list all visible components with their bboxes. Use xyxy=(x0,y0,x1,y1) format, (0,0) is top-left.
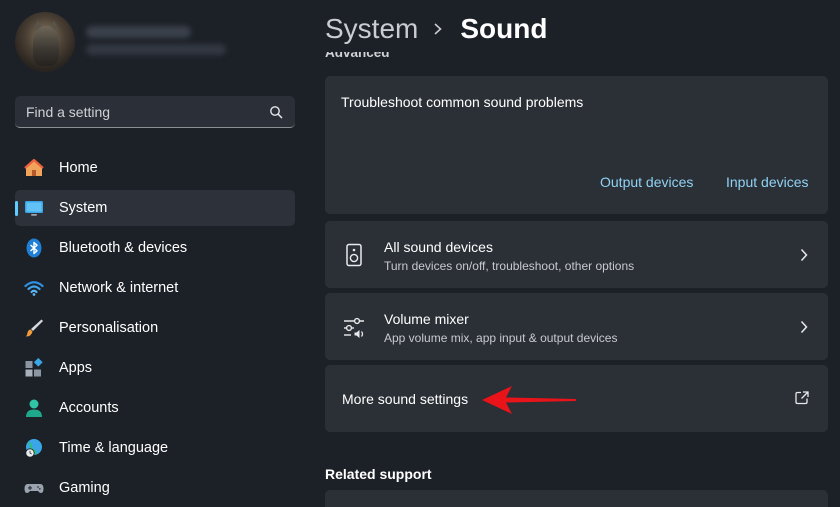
breadcrumb: System Sound xyxy=(325,13,547,45)
nav-list: Home System Bluetooth & devices Network … xyxy=(15,150,295,507)
related-support-heading: Related support xyxy=(325,466,432,482)
wifi-icon xyxy=(24,281,44,296)
avatar[interactable] xyxy=(15,12,75,72)
row-subtitle: Turn devices on/off, troubleshoot, other… xyxy=(384,259,635,273)
search-box[interactable] xyxy=(15,96,295,128)
nav-item-label: System xyxy=(59,200,108,216)
nav-item-accounts[interactable]: Accounts xyxy=(15,390,295,426)
nav-item-network[interactable]: Network & internet xyxy=(15,270,295,306)
output-devices-link[interactable]: Output devices xyxy=(600,174,693,190)
nav-item-label: Time & language xyxy=(59,440,169,456)
row-title: More sound settings xyxy=(342,391,469,407)
troubleshoot-card: Troubleshoot common sound problems Outpu… xyxy=(325,76,828,214)
search-icon[interactable] xyxy=(269,105,283,119)
nav-item-system[interactable]: System xyxy=(15,190,295,226)
search-input[interactable] xyxy=(15,96,265,127)
chevron-right-icon xyxy=(800,248,808,262)
annotation-arrow-icon xyxy=(482,386,576,414)
nav-item-label: Personalisation xyxy=(59,320,159,336)
row-title: All sound devices xyxy=(384,239,493,255)
gamepad-icon xyxy=(24,484,44,493)
input-devices-link[interactable]: Input devices xyxy=(726,174,809,190)
nav-item-label: Apps xyxy=(59,360,93,376)
row-subtitle: App volume mix, app input & output devic… xyxy=(384,331,618,345)
apps-icon xyxy=(25,358,43,377)
page-title: Sound xyxy=(460,13,548,44)
monitor-icon xyxy=(25,201,43,216)
nav-item-apps[interactable]: Apps xyxy=(15,350,295,386)
nav-item-personalisation[interactable]: Personalisation xyxy=(15,310,295,346)
all-sound-devices-row[interactable]: All sound devices Turn devices on/off, t… xyxy=(325,221,828,288)
breadcrumb-parent[interactable]: System xyxy=(325,13,418,45)
chevron-right-icon xyxy=(800,320,808,334)
active-indicator xyxy=(15,201,18,216)
user-name-redacted xyxy=(86,26,191,38)
volume-mixer-icon xyxy=(344,317,364,338)
home-icon xyxy=(24,158,44,176)
bluetooth-icon xyxy=(26,238,42,258)
chevron-right-icon xyxy=(434,23,443,35)
speaker-icon xyxy=(346,243,362,267)
section-heading-advanced: Advanced xyxy=(325,52,390,60)
nav-item-label: Network & internet xyxy=(59,280,179,296)
nav-item-label: Home xyxy=(59,160,98,176)
related-support-card[interactable] xyxy=(325,490,828,507)
row-title: Volume mixer xyxy=(384,311,469,327)
main-content: System Sound Advanced Troubleshoot commo… xyxy=(325,0,840,507)
nav-item-gaming[interactable]: Gaming xyxy=(15,470,295,506)
brush-icon xyxy=(26,319,43,337)
user-email-redacted xyxy=(86,44,226,55)
sidebar: Home System Bluetooth & devices xyxy=(0,0,310,507)
nav-item-label: Accounts xyxy=(59,400,119,416)
nav-item-home[interactable]: Home xyxy=(15,150,295,186)
globe-clock-icon xyxy=(25,439,42,458)
nav-item-label: Bluetooth & devices xyxy=(59,240,188,256)
nav-item-bluetooth[interactable]: Bluetooth & devices xyxy=(15,230,295,266)
nav-item-time-language[interactable]: Time & language xyxy=(15,430,295,466)
external-link-icon xyxy=(795,391,809,405)
nav-item-label: Gaming xyxy=(59,480,110,496)
person-icon xyxy=(26,399,42,417)
troubleshoot-title: Troubleshoot common sound problems xyxy=(341,94,584,110)
volume-mixer-row[interactable]: Volume mixer App volume mix, app input &… xyxy=(325,293,828,360)
more-sound-settings-row[interactable]: More sound settings xyxy=(325,365,828,432)
